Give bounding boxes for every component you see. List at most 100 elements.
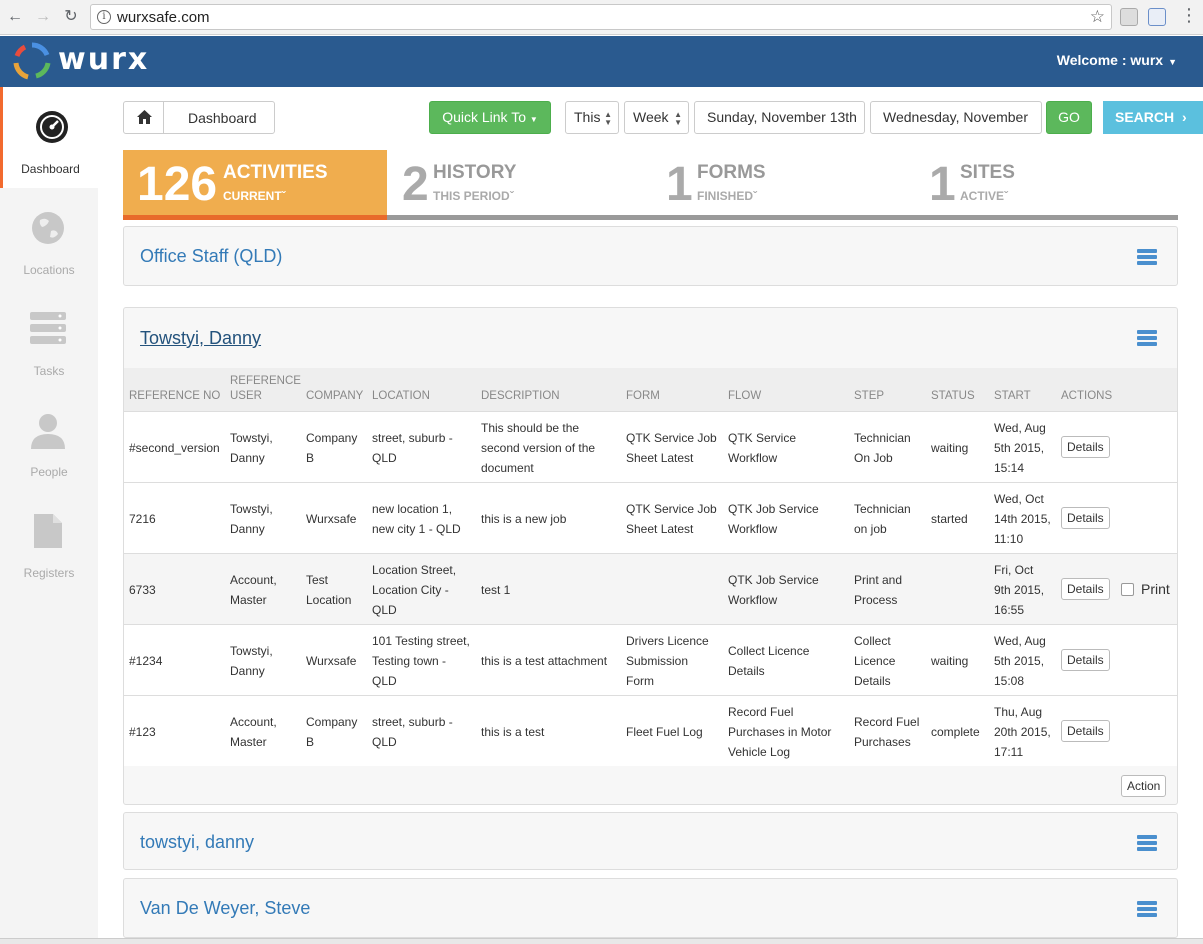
details-button[interactable]: Details <box>1061 578 1110 600</box>
print-checkbox[interactable] <box>1121 583 1134 596</box>
home-icon <box>137 110 152 124</box>
sidebar: Dashboard Locations Tasks People Registe… <box>0 87 98 944</box>
group-title[interactable]: Van De Weyer, Steve <box>140 898 310 919</box>
user-menu[interactable]: Welcome : wurx ▼ <box>1057 52 1177 68</box>
welcome-text: Welcome : wurx <box>1056 52 1164 68</box>
brand-name: wurx <box>58 42 150 77</box>
period-unit-value: Week <box>633 109 669 125</box>
quick-link-label: Quick Link To <box>442 109 526 125</box>
group-title[interactable]: Office Staff (QLD) <box>140 246 282 267</box>
breadcrumb-current[interactable]: Dashboard <box>188 110 257 126</box>
wurx-logo-icon <box>13 42 51 80</box>
forward-icon[interactable]: → <box>32 6 54 28</box>
cell-step: Record Fuel Purchases <box>854 715 920 749</box>
col-header: DESCRIPTION <box>481 390 560 402</box>
print-label[interactable]: Print <box>1141 579 1170 599</box>
details-button[interactable]: Details <box>1061 436 1110 458</box>
cell-form: Drivers Licence Submission Form <box>626 634 709 688</box>
sidebar-item-dashboard[interactable]: Dashboard <box>0 87 98 188</box>
cell-description: This should be the second version of the d… <box>481 421 596 475</box>
cell-step: Print and Process <box>854 573 903 607</box>
horizontal-scrollbar[interactable] <box>0 938 1203 944</box>
reload-icon[interactable]: ↻ <box>60 6 82 28</box>
chevron-right-icon: › <box>1182 109 1187 125</box>
server-menu-icon[interactable] <box>1137 901 1157 919</box>
info-icon[interactable]: i <box>97 10 111 24</box>
cell-location: street, suburb - QLD <box>372 715 453 749</box>
stat-number: 2 <box>402 158 429 211</box>
details-button[interactable]: Details <box>1061 507 1110 529</box>
group-title[interactable]: towstyi, danny <box>140 832 254 853</box>
table-row: #123 Account, Master Company B street, suburb… <box>124 695 1177 766</box>
group-panel-expanded: Towstyi, Danny REFERENCE NO REFERENCE USE… <box>123 307 1178 805</box>
stat-title: SITES <box>960 162 1015 183</box>
cell-flow: QTK Job Service Workflow <box>728 502 819 536</box>
period-unit-select[interactable]: Week ▲ ▼ <box>624 101 689 134</box>
group-title[interactable]: Towstyi, Danny <box>140 328 261 349</box>
stat-title: ACTIVITIES <box>223 162 328 183</box>
stat-title: FORMS <box>697 162 766 183</box>
home-button[interactable] <box>124 102 164 133</box>
stat-sub: ACTIVEˇ <box>960 189 1009 203</box>
cell-status: started <box>931 512 968 526</box>
col-header: COMPANY <box>306 390 364 402</box>
go-button[interactable]: GO <box>1046 101 1092 134</box>
cell-status: waiting <box>931 441 969 455</box>
cell-description: this is a test <box>481 725 545 739</box>
server-menu-icon[interactable] <box>1137 249 1157 267</box>
period-prefix-select[interactable]: This ▲ ▼ <box>565 101 619 134</box>
col-header: FORM <box>626 390 660 402</box>
cell-start: Thu, Aug 20th 2015, 17:11 <box>994 705 1051 759</box>
details-button[interactable]: Details <box>1061 649 1110 671</box>
cell-ref: 6733 <box>129 583 156 597</box>
tab-forms[interactable]: 1 FORMS FINISHEDˇ <box>651 150 915 220</box>
print-extension-icon[interactable] <box>1148 8 1166 26</box>
select-arrows-icon: ▲ ▼ <box>674 110 682 127</box>
browser-menu-icon[interactable]: ⋮ <box>1178 6 1200 28</box>
back-icon[interactable]: ← <box>4 6 26 28</box>
stat-sub: CURRENTˇ <box>223 189 286 203</box>
cell-step: Technician on job <box>854 502 911 536</box>
breadcrumb: Dashboard <box>123 101 275 134</box>
sidebar-item-tasks[interactable]: Tasks <box>0 289 98 390</box>
action-button[interactable]: Action <box>1121 775 1167 797</box>
col-header: ACTIONS <box>1061 390 1113 402</box>
address-bar[interactable]: i wurxsafe.com ☆ <box>90 4 1112 30</box>
col-header: REFERENCE USER <box>230 375 301 402</box>
sidebar-label: Registers <box>23 566 75 580</box>
sidebar-item-people[interactable]: People <box>0 390 98 491</box>
date-from-input[interactable]: Sunday, November 13th <box>694 101 865 134</box>
stat-title: HISTORY <box>433 162 517 183</box>
cell-user: Account, Master <box>230 715 277 749</box>
cell-location: Location Street, Location City - QLD <box>372 563 457 617</box>
details-button[interactable]: Details <box>1061 720 1110 742</box>
cell-start: Fri, Oct 9th 2015, 16:55 <box>994 563 1045 617</box>
col-header: LOCATION <box>372 390 430 402</box>
cell-company: Company B <box>306 431 358 465</box>
date-to-input[interactable]: Wednesday, November <box>870 101 1042 134</box>
cell-form: QTK Service Job Sheet Latest <box>626 502 717 536</box>
sidebar-item-registers[interactable]: Registers <box>0 491 98 592</box>
cell-start: Wed, Aug 5th 2015, 15:14 <box>994 421 1046 475</box>
search-button[interactable]: SEARCH › <box>1103 101 1203 134</box>
quick-link-button[interactable]: Quick Link To ▼ <box>429 101 551 134</box>
cell-step: Technician On Job <box>854 431 911 465</box>
table-row: 6733 Account, Master Test Location Location S… <box>124 553 1177 624</box>
cell-company: Test Location <box>306 573 352 607</box>
extension-icon[interactable] <box>1120 8 1138 26</box>
document-icon <box>34 514 62 548</box>
bookmark-star-icon[interactable]: ☆ <box>1090 7 1105 27</box>
tab-activities[interactable]: 126 ACTIVITIES CURRENTˇ <box>123 150 387 220</box>
tab-sites[interactable]: 1 SITES ACTIVEˇ <box>915 150 1178 220</box>
table-header-row: REFERENCE NO REFERENCE USER COMPANY LOCAT… <box>124 368 1177 411</box>
server-menu-icon[interactable] <box>1137 835 1157 853</box>
server-menu-icon[interactable] <box>1137 330 1157 348</box>
sidebar-item-locations[interactable]: Locations <box>0 188 98 289</box>
cell-ref: #123 <box>129 725 156 739</box>
tab-history[interactable]: 2 HISTORY THIS PERIODˇ <box>387 150 651 220</box>
cell-flow: QTK Job Service Workflow <box>728 573 819 607</box>
col-header: FLOW <box>728 390 762 402</box>
stat-sub: THIS PERIODˇ <box>433 189 514 203</box>
cell-ref: #1234 <box>129 654 163 668</box>
caret-down-icon: ▼ <box>529 115 538 124</box>
